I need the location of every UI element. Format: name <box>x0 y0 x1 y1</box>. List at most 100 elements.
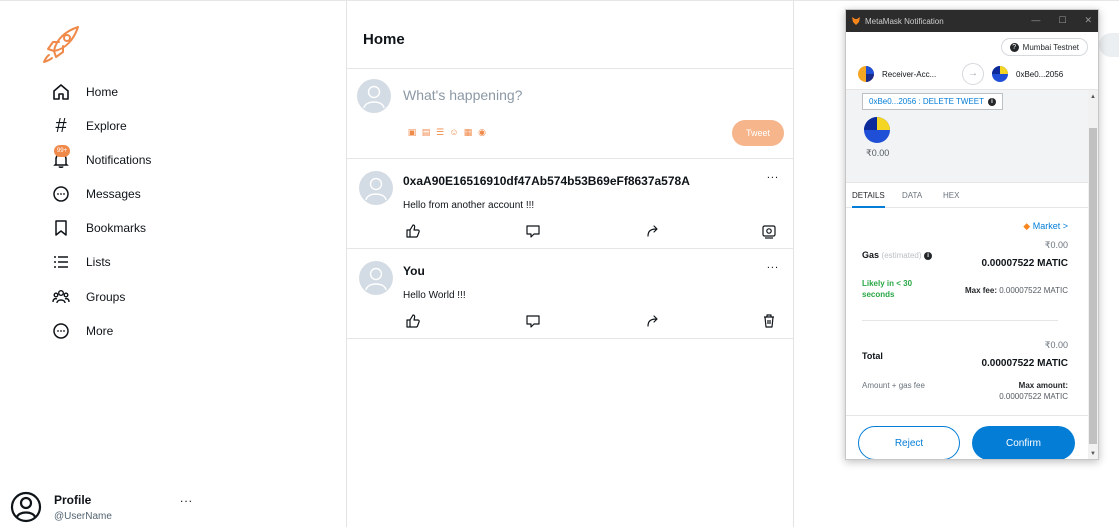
max-amount-label: Max amount: <box>1018 381 1068 390</box>
sidebar-item-home[interactable]: Home <box>50 78 118 106</box>
sidebar-item-label: Bookmarks <box>86 221 147 235</box>
gas-label-text: Gas <box>862 250 880 260</box>
feed-header: Home <box>347 1 793 69</box>
transaction-value: ₹0.00 <box>866 148 890 158</box>
avatar <box>359 171 393 205</box>
tweet-input[interactable] <box>403 87 703 103</box>
profile-handle: @UserName <box>54 510 112 522</box>
max-fee-label: Max fee: <box>964 286 997 295</box>
sidebar-item-more[interactable]: More <box>50 317 113 345</box>
groups-icon <box>50 286 72 308</box>
calendar-icon[interactable]: ▦ <box>463 127 473 137</box>
page-title: Home <box>363 31 405 48</box>
total-inr: ₹0.00 <box>1044 340 1068 350</box>
sidebar-item-label: More <box>86 324 114 338</box>
max-fee-value: 0.00007522 MATIC <box>999 286 1068 295</box>
network-question-icon: ? <box>1009 42 1019 52</box>
like-icon[interactable] <box>405 313 421 329</box>
sidebar-item-label: Home <box>86 85 119 99</box>
gif-icon[interactable]: ▤ <box>421 127 431 137</box>
tweet-text: Hello from another account !!! <box>403 200 535 211</box>
scrollbar-thumb[interactable] <box>1089 128 1097 444</box>
max-amount: Max amount: 0.00007522 MATIC <box>999 380 1068 402</box>
share-icon[interactable] <box>645 223 661 239</box>
info-icon[interactable]: i <box>988 97 997 106</box>
bookmark-icon <box>50 217 72 239</box>
network-selector[interactable]: ? Mumbai Testnet <box>1000 38 1088 56</box>
location-icon[interactable]: ◉ <box>477 127 487 137</box>
confirm-button[interactable]: Confirm <box>972 426 1075 459</box>
sidebar-item-lists[interactable]: Lists <box>50 248 111 276</box>
metamask-footer: Reject Confirm <box>846 415 1090 459</box>
sidebar-item-label: Explore <box>86 119 127 133</box>
rocket-logo-icon[interactable] <box>40 23 82 65</box>
trash-icon[interactable] <box>761 313 777 329</box>
close-icon[interactable]: ✕ <box>1084 15 1092 26</box>
tab-data[interactable]: DATA <box>902 191 922 200</box>
tip-icon[interactable] <box>761 223 777 239</box>
gas-label: Gas (estimated) i <box>862 250 933 260</box>
maximize-icon[interactable]: ☐ <box>1058 15 1066 26</box>
from-account[interactable]: Receiver-Acc... <box>858 66 936 82</box>
sidebar-item-groups[interactable]: Groups <box>50 283 125 311</box>
message-icon <box>50 183 72 205</box>
comment-icon[interactable] <box>525 313 541 329</box>
profile-avatar-icon <box>10 491 42 523</box>
sidebar-item-messages[interactable]: Messages <box>50 180 141 208</box>
tweet-author: You <box>403 264 425 278</box>
emoji-icon[interactable]: ☺ <box>449 127 459 137</box>
market-fox-icon: ◆ <box>1023 221 1031 231</box>
minimize-icon[interactable]: — <box>1031 15 1040 26</box>
tweet-button[interactable]: Tweet <box>732 120 784 146</box>
poll-icon[interactable]: ☰ <box>435 127 445 137</box>
bell-icon: 99+ <box>50 145 72 171</box>
tweet-author: 0xaA90E16516910df47Ab574b53B69eFf8637a57… <box>403 174 690 188</box>
profile-button[interactable]: Profile @UserName <box>10 487 112 527</box>
avatar <box>357 79 391 113</box>
reject-button[interactable]: Reject <box>858 426 960 459</box>
like-icon[interactable] <box>405 223 421 239</box>
transaction-origin-text: 0xBe0...2056 : DELETE TWEET <box>869 97 985 106</box>
share-icon[interactable] <box>645 313 661 329</box>
notification-badge: 99+ <box>54 145 70 157</box>
metamask-titlebar: MetaMask Notification — ☐ ✕ <box>846 10 1098 32</box>
tweet-more-button[interactable]: ... <box>767 259 779 271</box>
more-icon <box>50 320 72 342</box>
sidebar-item-label: Groups <box>86 290 126 304</box>
sidebar-item-label: Notifications <box>86 153 152 167</box>
market-link[interactable]: ◆ Market > <box>1023 221 1068 232</box>
tweet-more-button[interactable]: ... <box>767 169 779 181</box>
list-icon <box>50 251 72 273</box>
avatar <box>359 261 393 295</box>
tab-details[interactable]: DETAILS <box>852 191 885 208</box>
main-feed: Home ▣ ▤ ☰ ☺ ▦ ◉ Tweet 0xaA90E16516910df… <box>346 1 794 527</box>
to-account[interactable]: 0xBe0...2056 <box>992 66 1063 82</box>
market-link-label: Market > <box>1032 221 1068 231</box>
sidebar: Home # Explore 99+ Notifications Message… <box>0 1 346 527</box>
metamask-popup: MetaMask Notification — ☐ ✕ ? Mumbai Tes… <box>845 9 1099 460</box>
contract-identicon-icon <box>864 117 890 143</box>
tweet-item[interactable]: You ... Hello World !!! <box>347 249 793 339</box>
max-fee: Max fee: 0.00007522 MATIC <box>965 286 1068 295</box>
tweet-actions <box>403 313 775 329</box>
amount-gas-label: Amount + gas fee <box>862 381 925 390</box>
scroll-down-icon[interactable]: ▼ <box>1090 451 1096 457</box>
tweet-actions <box>403 223 777 239</box>
account-identicon-icon <box>858 66 874 82</box>
tab-hex[interactable]: HEX <box>943 191 959 200</box>
divider <box>862 320 1058 321</box>
sidebar-item-notifications[interactable]: 99+ Notifications <box>50 145 152 174</box>
scroll-up-icon[interactable]: ▲ <box>1090 94 1096 100</box>
image-icon[interactable]: ▣ <box>407 127 417 137</box>
gas-speed-estimate: Likely in < 30 seconds <box>862 279 913 299</box>
profile-more-button[interactable]: ... <box>180 491 193 505</box>
sidebar-item-bookmarks[interactable]: Bookmarks <box>50 214 146 242</box>
composer-toolbar: ▣ ▤ ☰ ☺ ▦ ◉ <box>407 127 487 137</box>
comment-icon[interactable] <box>525 223 541 239</box>
from-account-name: Receiver-Acc... <box>882 69 937 79</box>
info-icon[interactable]: i <box>924 251 933 260</box>
gas-matic: 0.00007522 MATIC <box>981 258 1068 269</box>
tweet-item[interactable]: 0xaA90E16516910df47Ab574b53B69eFf8637a57… <box>347 159 793 249</box>
sidebar-item-explore[interactable]: # Explore <box>50 112 127 140</box>
account-row: Receiver-Acc... → 0xBe0...2056 <box>846 58 1098 90</box>
